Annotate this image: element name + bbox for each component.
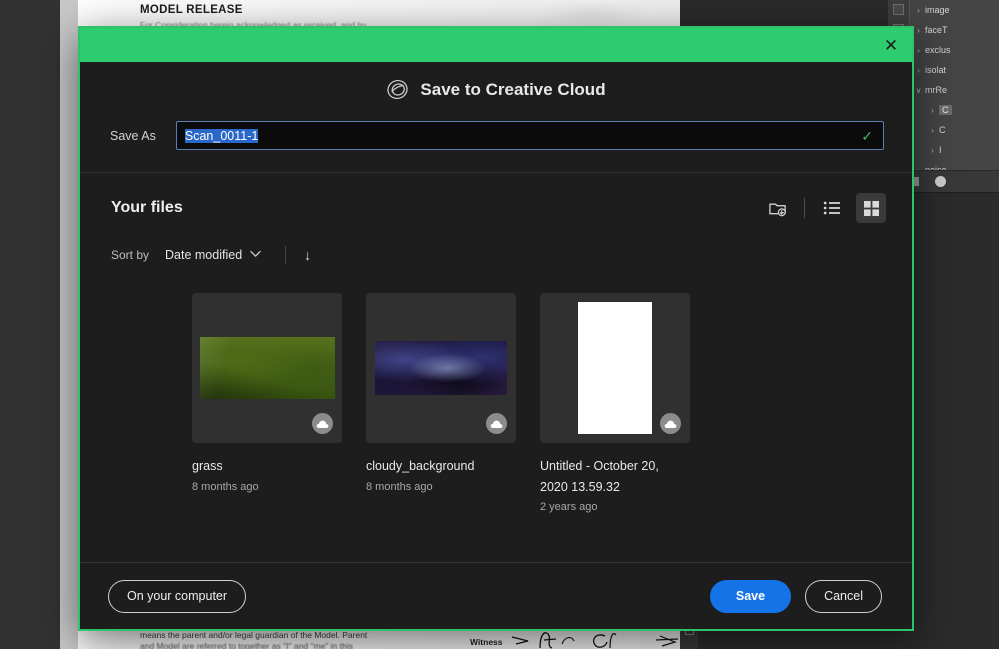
save-to-creative-cloud-dialog: ✕ Save to Creative Cloud Save As ✓ <box>78 26 914 631</box>
file-thumbnail-image <box>199 337 335 399</box>
chevron-down-icon <box>250 250 261 260</box>
creative-cloud-icon <box>387 79 409 100</box>
layer-expand-icon[interactable]: › <box>926 146 939 155</box>
save-as-row: Save As ✓ <box>80 105 912 172</box>
witness-label: Witness <box>470 637 503 647</box>
file-card[interactable]: Untitled - October 20, 2020 13.59.32 2 ye… <box>540 293 690 513</box>
toolbar-divider <box>804 198 805 218</box>
file-modified-time: 2 years ago <box>540 501 598 514</box>
layer-name: isolat <box>925 65 947 75</box>
save-as-label: Save As <box>110 128 156 143</box>
cloud-icon <box>660 413 681 434</box>
layer-expand-icon[interactable]: › <box>926 106 939 115</box>
file-thumbnail-image <box>375 341 507 395</box>
document-title: MODEL RELEASE <box>140 4 243 16</box>
sort-direction-icon[interactable]: ↓ <box>298 245 317 265</box>
file-card[interactable]: cloudy_background 8 months ago <box>366 293 516 513</box>
dialog-title: Save to Creative Cloud <box>420 79 606 99</box>
layer-name: faceT <box>925 25 948 35</box>
layer-name: I <box>939 145 942 155</box>
layer-name: C <box>939 105 952 115</box>
layer-visibility-toggle[interactable] <box>888 0 910 20</box>
cloud-icon <box>486 413 507 434</box>
footer-actions: Save Cancel <box>709 579 882 613</box>
dialog-titlebar[interactable]: ✕ <box>80 28 912 62</box>
file-thumbnail[interactable] <box>540 293 690 443</box>
file-thumbnail[interactable] <box>366 293 516 443</box>
on-your-computer-button[interactable]: On your computer <box>108 579 247 613</box>
file-modified-time: 8 months ago <box>366 480 433 493</box>
valid-check-icon: ✓ <box>861 127 873 144</box>
document-body-line-1: means the parent and/or legal guardian o… <box>140 630 368 640</box>
save-as-input[interactable] <box>176 128 862 143</box>
file-thumbnail[interactable] <box>192 293 342 443</box>
layer-expand-icon[interactable]: › <box>912 6 925 15</box>
cancel-button[interactable]: Cancel <box>805 579 882 613</box>
signature-mark <box>511 632 679 649</box>
layer-name: image <box>925 5 950 15</box>
layer-expand-icon[interactable]: › <box>926 126 939 135</box>
file-thumbnail-image <box>578 302 652 434</box>
document-body-line-2: and Model are referred to together as "I… <box>140 641 353 649</box>
sort-row: Sort by Date modified ↓ <box>80 223 912 265</box>
cloud-icon <box>312 413 333 434</box>
file-name: grass <box>192 459 223 473</box>
sort-by-dropdown[interactable]: Date modified <box>161 246 265 264</box>
file-card[interactable]: grass 8 months ago <box>192 293 342 513</box>
dialog-footer: On your computer Save Cancel <box>80 562 912 629</box>
adjustment-circle-icon[interactable] <box>935 176 946 187</box>
screen: MODEL RELEASE For Consideration herein a… <box>0 0 999 649</box>
visibility-checkbox-icon[interactable] <box>893 4 904 15</box>
layer-name: mrRe <box>925 85 947 95</box>
new-folder-icon[interactable] <box>762 193 792 223</box>
list-view-icon[interactable] <box>817 193 847 223</box>
layer-name: C <box>939 125 946 135</box>
grid-view-icon[interactable] <box>856 193 886 223</box>
files-grid: grass 8 months ago cloudy_background 8 mont… <box>80 265 912 513</box>
sort-by-value: Date modified <box>165 248 243 262</box>
file-name: Untitled - October 20, 2020 13.59.32 <box>540 459 659 494</box>
save-button[interactable]: Save <box>709 579 792 613</box>
dialog-heading: Save to Creative Cloud <box>80 78 912 105</box>
dialog-body: Save to Creative Cloud Save As ✓ Your fi… <box>80 62 912 514</box>
dialog-header-zone: Save to Creative Cloud Save As ✓ <box>80 62 912 173</box>
layer-row[interactable]: › image <box>888 0 999 20</box>
close-icon[interactable]: ✕ <box>880 34 902 56</box>
file-modified-time: 8 months ago <box>192 480 259 493</box>
save-as-input-wrap[interactable]: ✓ <box>175 121 884 150</box>
sort-divider <box>285 246 287 264</box>
your-files-header: Your files <box>80 173 912 223</box>
file-name: cloudy_background <box>366 459 475 473</box>
sort-by-label: Sort by <box>111 248 150 262</box>
your-files-title: Your files <box>111 199 183 216</box>
layer-name: exclus <box>925 45 951 55</box>
view-tools <box>762 193 886 223</box>
